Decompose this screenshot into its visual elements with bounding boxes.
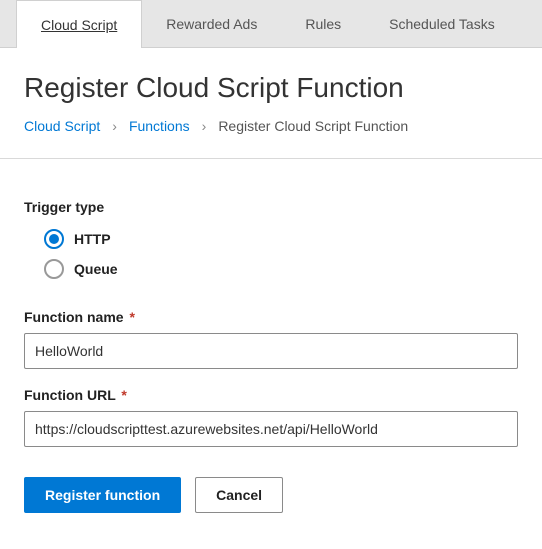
- required-marker: *: [129, 309, 134, 325]
- tab-label: Scheduled Tasks: [389, 16, 495, 32]
- label-text: Function name: [24, 309, 124, 325]
- radio-http[interactable]: HTTP: [44, 229, 518, 249]
- radio-queue[interactable]: Queue: [44, 259, 518, 279]
- breadcrumb-link-cloud-script[interactable]: Cloud Script: [24, 118, 100, 134]
- breadcrumb-link-functions[interactable]: Functions: [129, 118, 190, 134]
- function-url-label: Function URL *: [24, 387, 518, 403]
- function-name-label: Function name *: [24, 309, 518, 325]
- content: Register Cloud Script Function Cloud Scr…: [0, 48, 542, 545]
- radio-icon: [44, 259, 64, 279]
- required-marker: *: [121, 387, 126, 403]
- function-name-field: Function name *: [24, 309, 518, 369]
- breadcrumb-current: Register Cloud Script Function: [218, 118, 408, 134]
- breadcrumb-separator: ›: [202, 118, 207, 134]
- actions: Register function Cancel: [24, 477, 518, 513]
- radio-label: HTTP: [74, 231, 111, 247]
- function-name-input[interactable]: [24, 333, 518, 369]
- cancel-button[interactable]: Cancel: [195, 477, 283, 513]
- breadcrumb-separator: ›: [112, 118, 117, 134]
- label-text: Function URL: [24, 387, 116, 403]
- function-url-input[interactable]: [24, 411, 518, 447]
- register-function-button[interactable]: Register function: [24, 477, 181, 513]
- page-title: Register Cloud Script Function: [24, 72, 518, 104]
- function-url-field: Function URL *: [24, 387, 518, 447]
- radio-label: Queue: [74, 261, 118, 277]
- tab-label: Rewarded Ads: [166, 16, 257, 32]
- tab-rewarded-ads[interactable]: Rewarded Ads: [142, 0, 281, 47]
- tab-rules[interactable]: Rules: [281, 0, 365, 47]
- radio-icon: [44, 229, 64, 249]
- tab-label: Cloud Script: [41, 17, 117, 33]
- breadcrumb: Cloud Script › Functions › Register Clou…: [24, 118, 518, 134]
- divider: [0, 158, 542, 159]
- tab-bar: Cloud Script Rewarded Ads Rules Schedule…: [0, 0, 542, 48]
- trigger-type-group: HTTP Queue: [44, 229, 518, 279]
- tab-label: Rules: [305, 16, 341, 32]
- trigger-type-label: Trigger type: [24, 199, 518, 215]
- tab-scheduled-tasks[interactable]: Scheduled Tasks: [365, 0, 519, 47]
- tab-cloud-script[interactable]: Cloud Script: [16, 0, 142, 48]
